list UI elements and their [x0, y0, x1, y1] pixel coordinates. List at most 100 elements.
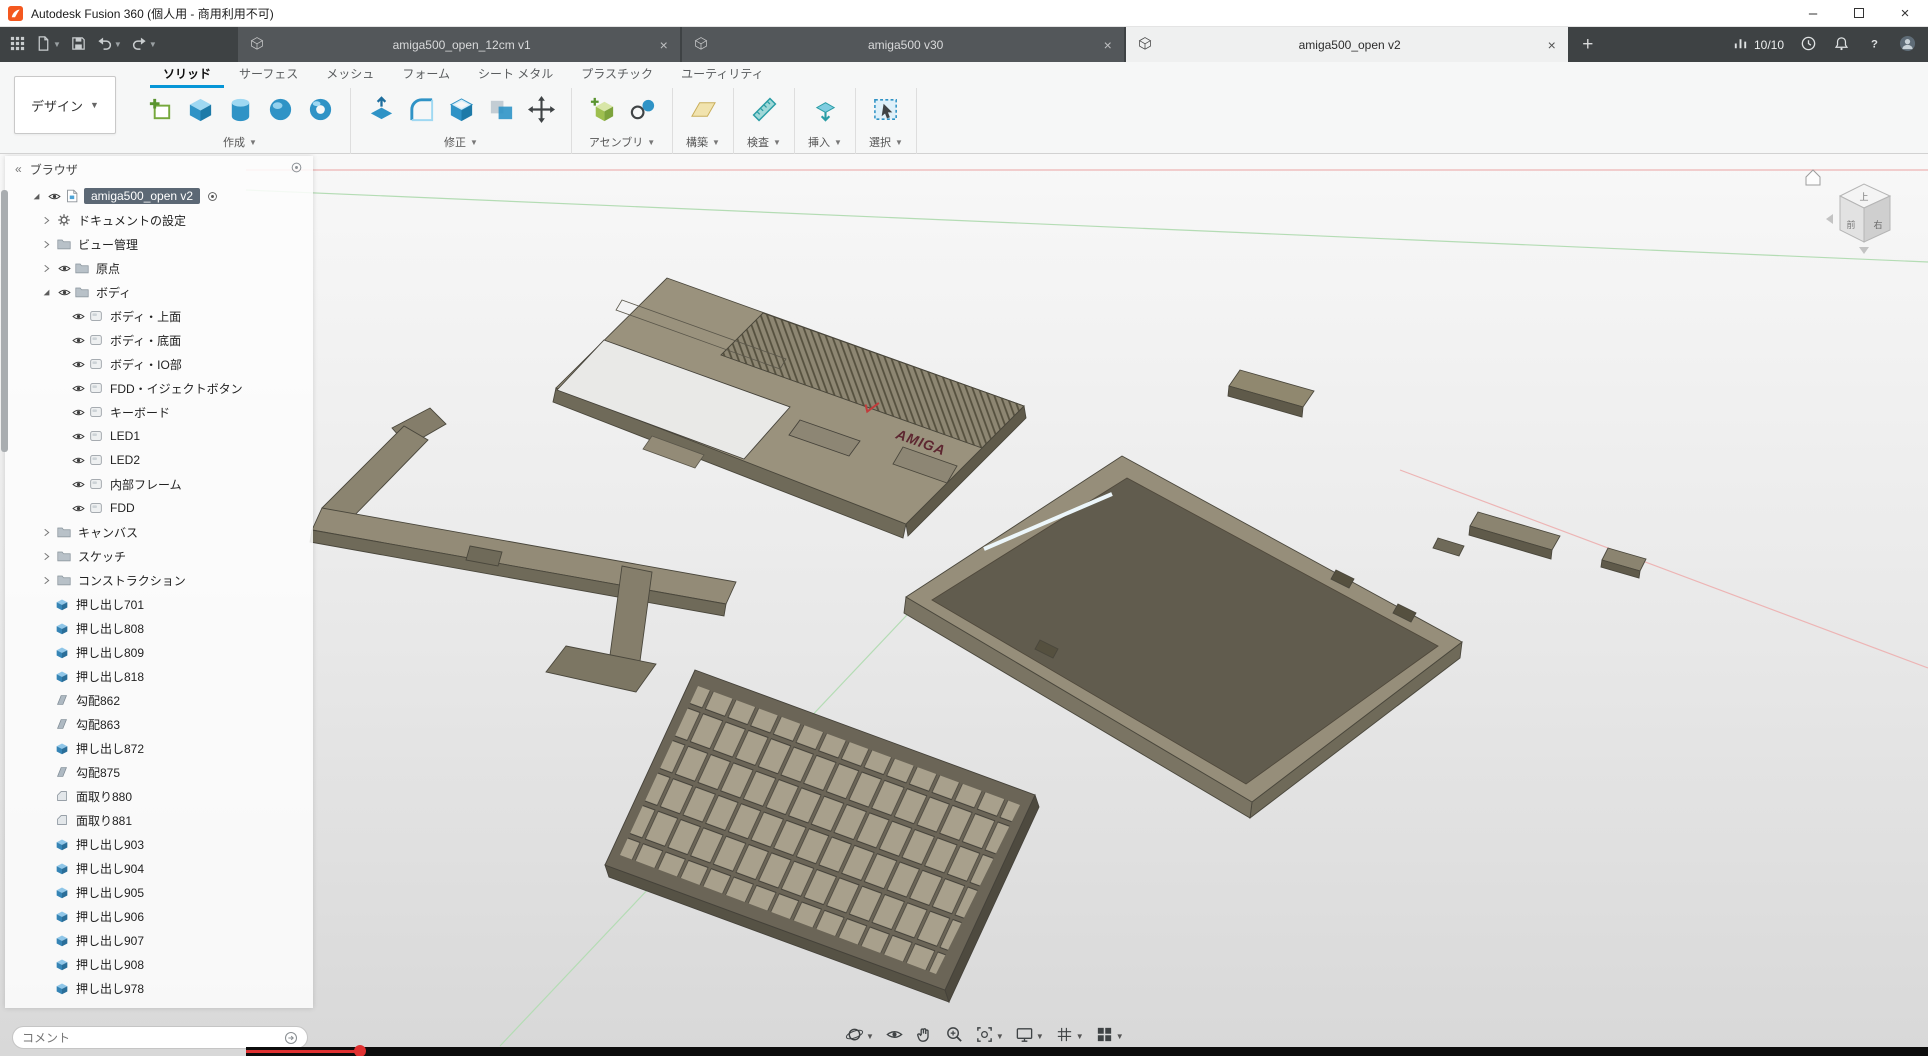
ribbon-group-dropdown[interactable]: 構築▼ [686, 134, 720, 150]
grid-settings-button[interactable]: ▼ [1055, 1025, 1084, 1047]
browser-row[interactable]: 押し出し808 [5, 616, 313, 640]
panel-collapse-icon[interactable]: « [15, 162, 22, 176]
browser-row[interactable]: 内部フレーム [5, 472, 313, 496]
expand-caret-icon[interactable] [37, 523, 55, 541]
look-at-button[interactable] [885, 1025, 904, 1047]
file-menu-button[interactable]: ▼ [32, 32, 64, 58]
ribbon-tab[interactable]: メッシュ [313, 60, 387, 88]
browser-row[interactable]: 押し出し905 [5, 880, 313, 904]
press-pull-tool-button[interactable] [363, 93, 399, 129]
ribbon-group-dropdown[interactable]: 修正▼ [444, 134, 478, 150]
new-tab-button[interactable]: + [1570, 27, 1606, 62]
minimize-button[interactable]: – [1790, 0, 1836, 26]
browser-scrollbar[interactable] [1, 190, 8, 452]
visibility-eye-icon[interactable] [45, 187, 63, 205]
ribbon-group-dropdown[interactable]: 挿入▼ [808, 134, 842, 150]
shell-tool-button[interactable] [443, 93, 479, 129]
document-tab[interactable]: amiga500_open v2× [1126, 27, 1568, 62]
browser-row[interactable]: ボディ・IO部 [5, 352, 313, 376]
combine-tool-button[interactable] [483, 93, 519, 129]
browser-row[interactable]: 面取り881 [5, 808, 313, 832]
joint-tool-button[interactable] [624, 93, 660, 129]
visibility-eye-icon[interactable] [69, 499, 87, 517]
fillet-tool-button[interactable] [403, 93, 439, 129]
browser-row[interactable]: 勾配862 [5, 688, 313, 712]
expand-caret-icon[interactable] [37, 547, 55, 565]
browser-row[interactable]: 押し出し903 [5, 832, 313, 856]
browser-row[interactable]: FDD・イジェクトボタン [5, 376, 313, 400]
browser-row[interactable]: 面取り880 [5, 784, 313, 808]
browser-row[interactable]: ドキュメントの設定 [5, 208, 313, 232]
browser-row[interactable]: 押し出し809 [5, 640, 313, 664]
new-component-tool-button[interactable] [584, 93, 620, 129]
zoom-button[interactable] [945, 1025, 964, 1047]
browser-row[interactable]: ビュー管理 [5, 232, 313, 256]
redo-button[interactable]: ▼ [128, 32, 160, 58]
browser-row[interactable]: amiga500_open v2 [5, 184, 313, 208]
document-tab[interactable]: amiga500_open_12cm v1× [238, 27, 680, 62]
browser-row[interactable]: ボディ・上面 [5, 304, 313, 328]
ribbon-tab[interactable]: プラスチック [568, 60, 666, 88]
browser-row[interactable]: キーボード [5, 400, 313, 424]
browser-row[interactable]: 勾配863 [5, 712, 313, 736]
tab-close-icon[interactable]: × [660, 38, 668, 52]
video-scrubber[interactable] [354, 1045, 366, 1056]
chevron-down-icon[interactable]: ▼ [866, 1032, 874, 1041]
browser-display-settings-icon[interactable] [290, 161, 303, 177]
browser-row[interactable]: 原点 [5, 256, 313, 280]
visibility-eye-icon[interactable] [69, 379, 87, 397]
ribbon-tab[interactable]: ユーティリティ [668, 60, 777, 88]
cylinder-tool-button[interactable] [222, 93, 258, 129]
browser-row[interactable]: ボディ・底面 [5, 328, 313, 352]
browser-row[interactable]: 押し出し818 [5, 664, 313, 688]
ribbon-group-dropdown[interactable]: アセンブリ▼ [589, 134, 655, 150]
chevron-down-icon[interactable]: ▼ [996, 1032, 1004, 1041]
ribbon-tab[interactable]: フォーム [389, 60, 463, 88]
maximize-button[interactable] [1836, 0, 1882, 26]
expand-caret-icon[interactable] [37, 571, 55, 589]
chevron-down-icon[interactable]: ▼ [1076, 1032, 1084, 1041]
visibility-eye-icon[interactable] [55, 259, 73, 277]
app-grid-button[interactable] [6, 32, 29, 58]
select-tool-button[interactable] [868, 93, 904, 129]
clock-icon[interactable] [1800, 35, 1817, 55]
visibility-eye-icon[interactable] [69, 451, 87, 469]
browser-row[interactable]: 押し出し906 [5, 904, 313, 928]
visibility-eye-icon[interactable] [55, 283, 73, 301]
save-button[interactable] [67, 32, 90, 58]
notifications-bell-icon[interactable] [1833, 35, 1850, 55]
fit-button[interactable]: ▼ [975, 1025, 1004, 1047]
browser-row[interactable]: ボディ [5, 280, 313, 304]
viewports-button[interactable]: ▼ [1095, 1025, 1124, 1047]
browser-row[interactable]: キャンバス [5, 520, 313, 544]
browser-row[interactable]: コンストラクション [5, 568, 313, 592]
browser-row[interactable]: FDD [5, 496, 313, 520]
browser-row[interactable]: 押し出し978 [5, 976, 313, 1000]
browser-row[interactable]: 押し出し904 [5, 856, 313, 880]
visibility-eye-icon[interactable] [69, 355, 87, 373]
chevron-down-icon[interactable]: ▼ [1036, 1032, 1044, 1041]
ribbon-tab[interactable]: シート メタル [465, 60, 566, 88]
pan-button[interactable] [915, 1025, 934, 1047]
close-button[interactable]: × [1882, 0, 1928, 26]
tab-close-icon[interactable]: × [1548, 38, 1556, 52]
visibility-eye-icon[interactable] [69, 475, 87, 493]
chevron-down-icon[interactable]: ▼ [114, 40, 122, 49]
display-settings-button[interactable]: ▼ [1015, 1025, 1044, 1047]
orbit-button[interactable]: ▼ [845, 1025, 874, 1047]
ribbon-group-dropdown[interactable]: 検査▼ [747, 134, 781, 150]
expand-caret-icon[interactable] [37, 211, 55, 229]
browser-row[interactable]: 押し出し907 [5, 928, 313, 952]
workspace-selector[interactable]: デザイン ▼ [14, 76, 116, 134]
help-icon[interactable]: ? [1866, 35, 1883, 55]
ribbon-group-dropdown[interactable]: 選択▼ [869, 134, 903, 150]
browser-row[interactable]: 押し出し908 [5, 952, 313, 976]
chevron-down-icon[interactable]: ▼ [53, 40, 61, 49]
ribbon-tab[interactable]: サーフェス [226, 60, 311, 88]
move-tool-button[interactable] [523, 93, 559, 129]
browser-row[interactable]: スケッチ [5, 544, 313, 568]
browser-row[interactable]: LED2 [5, 448, 313, 472]
user-avatar[interactable] [1899, 35, 1916, 55]
comment-submit-icon[interactable] [284, 1031, 298, 1045]
video-progress-bar[interactable] [246, 1050, 360, 1053]
